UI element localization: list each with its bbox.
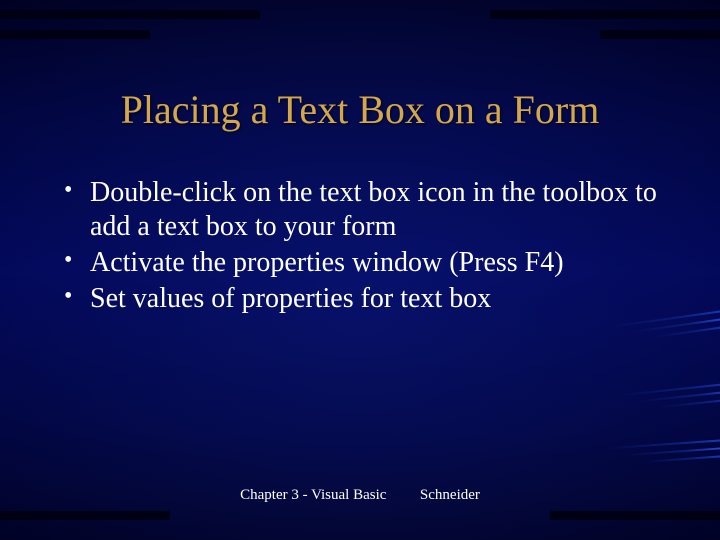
footer-left: Chapter 3 - Visual Basic [240, 487, 386, 503]
bullet-item: Activate the properties window (Press F4… [60, 246, 660, 280]
slide-footer: Chapter 3 - Visual Basic Schneider [0, 487, 720, 504]
slide: Placing a Text Box on a Form Double-clic… [0, 0, 720, 540]
decor-bar [550, 511, 720, 520]
footer-right: Schneider [420, 487, 480, 503]
decor-comet [584, 435, 720, 473]
decor-comet [599, 378, 720, 420]
decor-bar [0, 511, 170, 520]
bullet-list: Double-click on the text box icon in the… [60, 176, 660, 317]
bullet-item: Set values of properties for text box [60, 282, 660, 316]
decor-bar [0, 10, 260, 19]
bullet-item: Double-click on the text box icon in the… [60, 176, 660, 244]
decor-bar [600, 30, 720, 39]
decor-bar [490, 10, 720, 19]
slide-title: Placing a Text Box on a Form [0, 86, 720, 133]
decor-bar [0, 30, 150, 39]
slide-body: Double-click on the text box icon in the… [60, 176, 660, 319]
